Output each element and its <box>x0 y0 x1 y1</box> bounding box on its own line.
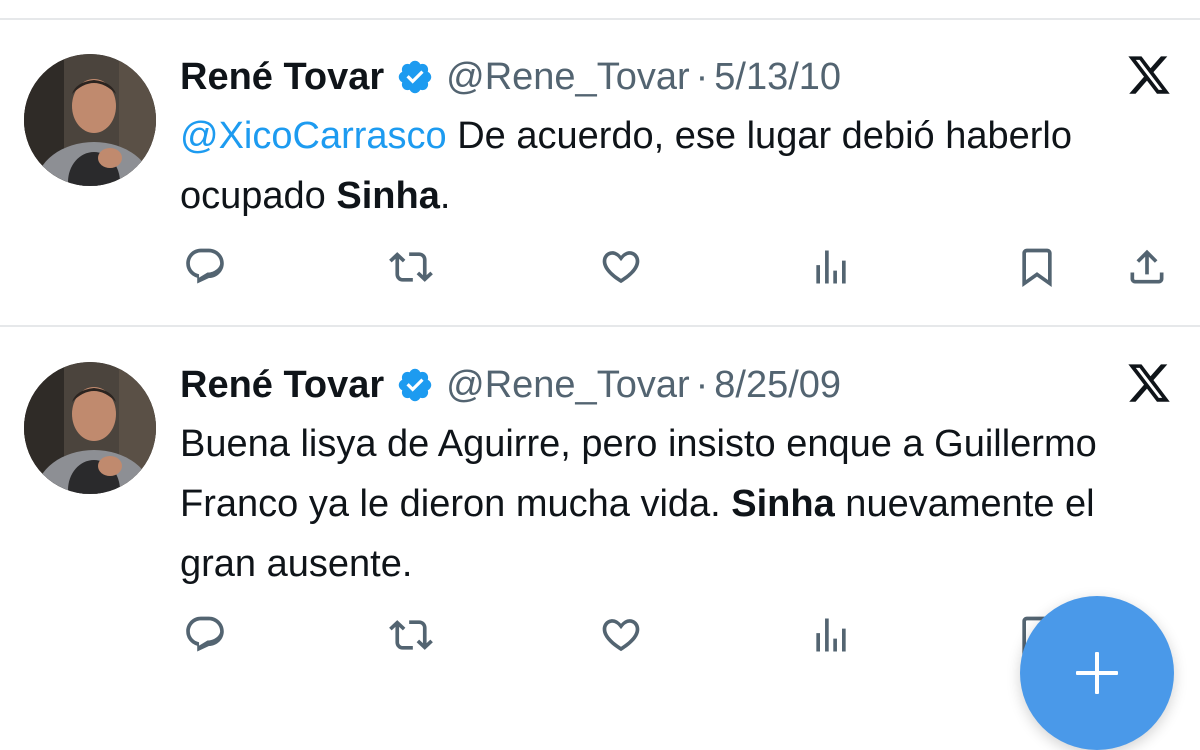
tweet-text-part: . <box>439 175 451 217</box>
tweet[interactable]: René Tovar @Rene_Tovar · 5/13/10 @XicoCa… <box>0 52 1200 312</box>
views-icon <box>816 250 846 284</box>
verified-badge-icon <box>396 366 434 404</box>
like-button[interactable] <box>596 242 646 292</box>
tweet-text: @XicoCarrasco De acuerdo, ese lugar debi… <box>180 106 1170 226</box>
like-button[interactable] <box>596 610 646 660</box>
tweet-date[interactable]: 5/13/10 <box>714 56 841 99</box>
x-logo-icon <box>1126 360 1172 406</box>
reply-button[interactable] <box>180 610 230 660</box>
share-icon <box>1130 249 1164 284</box>
retweet-button[interactable] <box>386 610 436 660</box>
mention-link[interactable]: @XicoCarrasco <box>180 115 447 157</box>
verified-badge-icon <box>396 58 434 96</box>
retweet-icon <box>389 252 433 282</box>
top-divider <box>0 18 1200 20</box>
author-handle[interactable]: @Rene_Tovar <box>446 56 689 99</box>
bold-word: Sinha <box>731 483 835 525</box>
compose-button[interactable] <box>1020 596 1174 750</box>
bold-word: Sinha <box>336 175 440 217</box>
avatar[interactable] <box>24 54 156 186</box>
views-button[interactable] <box>806 242 856 292</box>
tweet-divider <box>0 325 1200 327</box>
reply-icon <box>186 616 224 652</box>
avatar[interactable] <box>24 362 156 494</box>
like-icon <box>602 251 640 284</box>
views-button[interactable] <box>806 610 856 660</box>
like-icon <box>602 619 640 652</box>
author-name[interactable]: René Tovar <box>180 56 384 99</box>
tweet-text: Buena lisya de Aguirre, pero insisto enq… <box>180 414 1170 594</box>
tweet-header: René Tovar @Rene_Tovar · 5/13/10 <box>180 52 841 102</box>
views-icon <box>816 618 846 652</box>
bookmark-button[interactable] <box>1012 242 1062 292</box>
share-button[interactable] <box>1122 242 1172 292</box>
reply-button[interactable] <box>180 242 230 292</box>
tweet-header: René Tovar @Rene_Tovar · 8/25/09 <box>180 360 841 410</box>
x-logo-icon <box>1126 52 1172 98</box>
tweet-actions <box>0 610 1200 660</box>
bookmark-icon <box>1022 248 1052 288</box>
reply-icon <box>186 248 224 284</box>
retweet-button[interactable] <box>386 242 436 292</box>
author-name[interactable]: René Tovar <box>180 364 384 407</box>
separator-dot: · <box>695 363 709 406</box>
tweet-date[interactable]: 8/25/09 <box>714 364 841 407</box>
retweet-icon <box>389 620 433 650</box>
tweet-actions <box>0 242 1200 292</box>
separator-dot: · <box>695 55 709 98</box>
author-handle[interactable]: @Rene_Tovar <box>446 364 689 407</box>
plus-icon <box>1076 652 1118 694</box>
